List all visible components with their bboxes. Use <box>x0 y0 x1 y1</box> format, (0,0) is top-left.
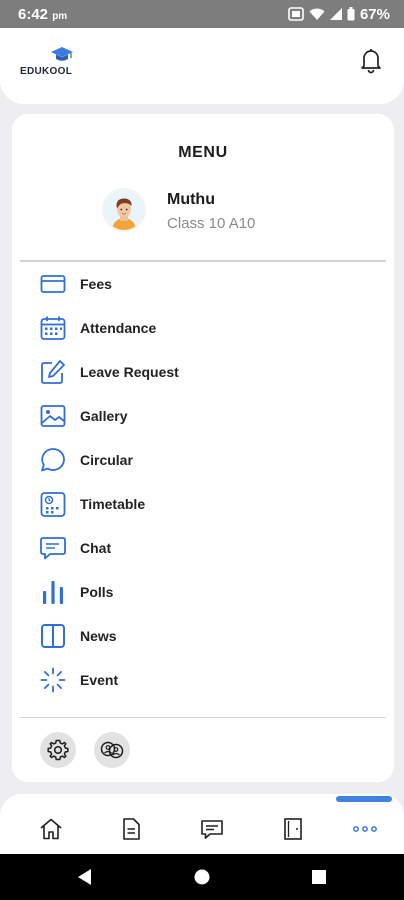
door-icon <box>284 818 302 840</box>
profile-name: Muthu <box>167 191 215 208</box>
loader-icon <box>40 667 66 693</box>
image-icon <box>40 405 66 427</box>
menu-item-timetable[interactable]: Timetable <box>12 484 394 524</box>
menu-item-label: News <box>80 628 117 644</box>
divider <box>20 260 386 262</box>
bar-chart-icon <box>43 581 63 604</box>
wifi-icon <box>309 8 325 20</box>
edit-icon <box>41 360 65 384</box>
menu-title: MENU <box>178 144 228 161</box>
menu-item-chat[interactable]: Chat <box>12 528 394 568</box>
signal-icon <box>329 8 342 20</box>
columns-icon <box>41 624 65 648</box>
menu-item-circular[interactable]: Circular <box>12 440 394 480</box>
profile-class: Class 10 A10 <box>167 215 256 232</box>
switch-account-icon <box>100 741 124 759</box>
menu-item-polls[interactable]: Polls <box>12 572 394 612</box>
settings-icon <box>47 739 69 761</box>
menu-item-fees[interactable]: Fees <box>12 264 394 304</box>
document-icon <box>123 818 140 840</box>
menu-item-gallery[interactable]: Gallery <box>12 396 394 436</box>
menu-item-label: Chat <box>80 540 112 556</box>
app-logo: EDUKOOL <box>20 44 82 84</box>
message-icon <box>201 820 223 839</box>
bottom-nav <box>0 794 404 854</box>
timetable-icon <box>40 492 66 517</box>
system-nav-bar <box>0 854 404 900</box>
nav-door[interactable] <box>278 814 308 844</box>
home-icon <box>40 818 62 840</box>
menu-item-label: Attendance <box>80 320 157 336</box>
top-header: EDUKOOL <box>0 28 404 104</box>
menu-item-label: Fees <box>80 276 112 292</box>
menu-item-label: Event <box>80 672 119 688</box>
battery-percent: 67% <box>359 5 390 23</box>
menu-item-event[interactable]: Event <box>12 660 394 700</box>
notification-button[interactable] <box>356 45 386 75</box>
bell-icon <box>361 49 381 74</box>
more-icon <box>353 826 377 832</box>
nav-documents[interactable] <box>116 814 146 844</box>
menu-item-label: Polls <box>80 584 114 600</box>
menu-item-attendance[interactable]: Attendance <box>12 308 394 348</box>
switch-account-button[interactable] <box>94 732 130 768</box>
active-tab-indicator <box>336 796 392 802</box>
status-bar: 6:42 pm 67% <box>0 0 404 28</box>
chat-icon <box>40 537 66 560</box>
logo-text: EDUKOOL <box>20 66 73 77</box>
avatar <box>104 190 144 230</box>
data-saver-icon <box>288 7 304 21</box>
nav-messages[interactable] <box>197 814 227 844</box>
status-time: 6:42 pm <box>18 5 68 23</box>
nav-more[interactable] <box>350 814 380 844</box>
menu-item-label: Timetable <box>80 496 146 512</box>
menu-card: MENU Muthu Class 10 A10 Fees Attendance <box>12 114 394 782</box>
menu-item-label: Leave Request <box>80 364 179 380</box>
menu-item-leave-request[interactable]: Leave Request <box>12 352 394 392</box>
status-icons: 67% <box>288 6 390 23</box>
credit-card-icon <box>40 275 66 293</box>
recents-icon[interactable] <box>309 867 329 887</box>
menu-item-news[interactable]: News <box>12 616 394 656</box>
battery-icon <box>347 7 355 21</box>
profile-section[interactable]: Muthu Class 10 A10 <box>104 188 364 238</box>
menu-item-label: Gallery <box>80 408 128 424</box>
calendar-icon <box>40 316 66 340</box>
back-icon[interactable] <box>75 867 95 887</box>
nav-home[interactable] <box>36 814 66 844</box>
settings-button[interactable] <box>40 732 76 768</box>
menu-list: Fees Attendance Leave Request Gallery Ci… <box>12 264 394 717</box>
graduation-cap-icon <box>51 47 73 61</box>
message-circle-icon <box>41 448 65 472</box>
student-avatar-icon <box>104 190 144 230</box>
divider <box>20 717 386 718</box>
home-circle-icon[interactable] <box>192 867 212 887</box>
menu-item-label: Circular <box>80 452 133 468</box>
